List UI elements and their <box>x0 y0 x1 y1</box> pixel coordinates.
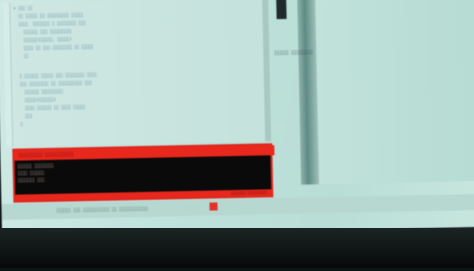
code-line: ░░░░░░ ░░░░░░░░░ <box>15 89 63 96</box>
code-line: ░░░ ░░░░░░░░ ░░ ░░░░░░░░░░ ░░░ <box>15 80 92 88</box>
code-line: ░ ░░░░░░ ░░░░░ ░░░ ░░░░░░░░ ░░░░ <box>15 72 97 80</box>
console-header: ░░░░░░░░░░ ░░░░░░░░░░░░ <box>14 145 274 160</box>
output-pane-label: ░░░░░░ ░░░░░░░░░ <box>274 49 313 55</box>
code-line: ░░░░ ░░ ░░░ ░░░░░░░░ ░░ ░░░░░ <box>14 44 94 52</box>
console-line: ░░░░░░░ ░░░ <box>18 177 45 184</box>
monitor-screen: > ░░░ ░░ ░░ ░░░░░ ░░ ░░░░░░░░░ ░░░░░ ░░░… <box>0 0 474 237</box>
scrollbar-thumb[interactable] <box>276 0 287 19</box>
code-line: ░░░░░(░░░░░░) <box>15 97 56 104</box>
console-line: ░░░░░░ ░░░░░░░░ <box>18 163 54 170</box>
code-line: ░░ ░░░░░ ░░ ░░░░░░░░░ ░░░░░ <box>13 12 83 19</box>
stop-icon[interactable] <box>209 202 217 210</box>
code-line: ░ <box>16 121 23 127</box>
code-line: ░░ <box>14 53 29 59</box>
code-line: > ░░░ ░░ <box>13 5 32 11</box>
output-pane <box>315 0 474 184</box>
console-line: ░░░░ ░░░░░░ <box>18 170 45 177</box>
code-line: ░░░░░░ ░░░ ░░░░░░░░░ <box>14 28 72 35</box>
code-line: ░░░░ ░░░░░░ ░░ ░░░░ ░░░░░ <box>15 104 85 111</box>
code-line: ░░░░░░(░░░░░, ░░░░░) <box>14 36 72 43</box>
code-line: ░░░ <box>16 113 33 119</box>
code-line: ░░░░ ░░░░░░░ ░ ░░░░░░░░ ░░░ <box>14 20 86 28</box>
line-gutter <box>3 3 13 147</box>
code-editor[interactable]: > ░░░ ░░ ░░ ░░░░░ ░░ ░░░░░░░░░ ░░░░░ ░░░… <box>3 0 269 147</box>
status-text: ░░░░░░ ░░░ ░░░░░░░░░░░ ░░ ░░░░░░░░░░░░ <box>57 206 149 213</box>
error-console: ░░░░░░░░░░ ░░░░░░░░░░░░ ░░░░░░ ░░░░░░░░ … <box>12 143 273 202</box>
monitor-bezel <box>0 228 474 268</box>
